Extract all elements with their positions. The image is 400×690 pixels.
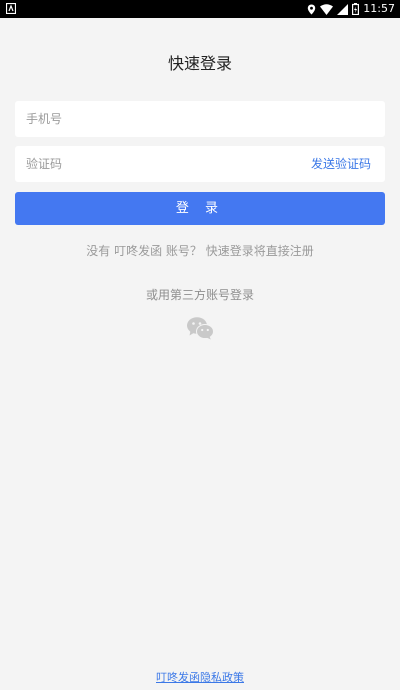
status-bar: 11:57	[0, 0, 400, 18]
phone-input[interactable]	[15, 101, 306, 137]
login-button[interactable]: 登 录	[15, 192, 385, 225]
privacy-policy-link[interactable]: 叮咚发函隐私政策	[0, 669, 400, 685]
app-notification-icon	[6, 3, 16, 14]
signal-icon	[337, 3, 349, 15]
wechat-icon[interactable]	[186, 316, 214, 340]
status-time: 11:57	[363, 2, 395, 15]
phone-field	[15, 101, 385, 137]
third-party-login-label: 或用第三方账号登录	[145, 288, 254, 302]
wifi-icon	[320, 3, 334, 15]
battery-icon	[352, 3, 360, 15]
register-hint: 没有 叮咚发函 账号？ 快速登录将直接注册	[86, 244, 314, 258]
send-code-button[interactable]: 发送验证码	[311, 146, 371, 182]
verification-code-input[interactable]	[15, 146, 306, 182]
code-field: 发送验证码	[15, 146, 385, 182]
status-icons: 11:57	[307, 0, 395, 18]
location-icon	[308, 4, 316, 14]
page-title: 快速登录	[167, 54, 232, 73]
